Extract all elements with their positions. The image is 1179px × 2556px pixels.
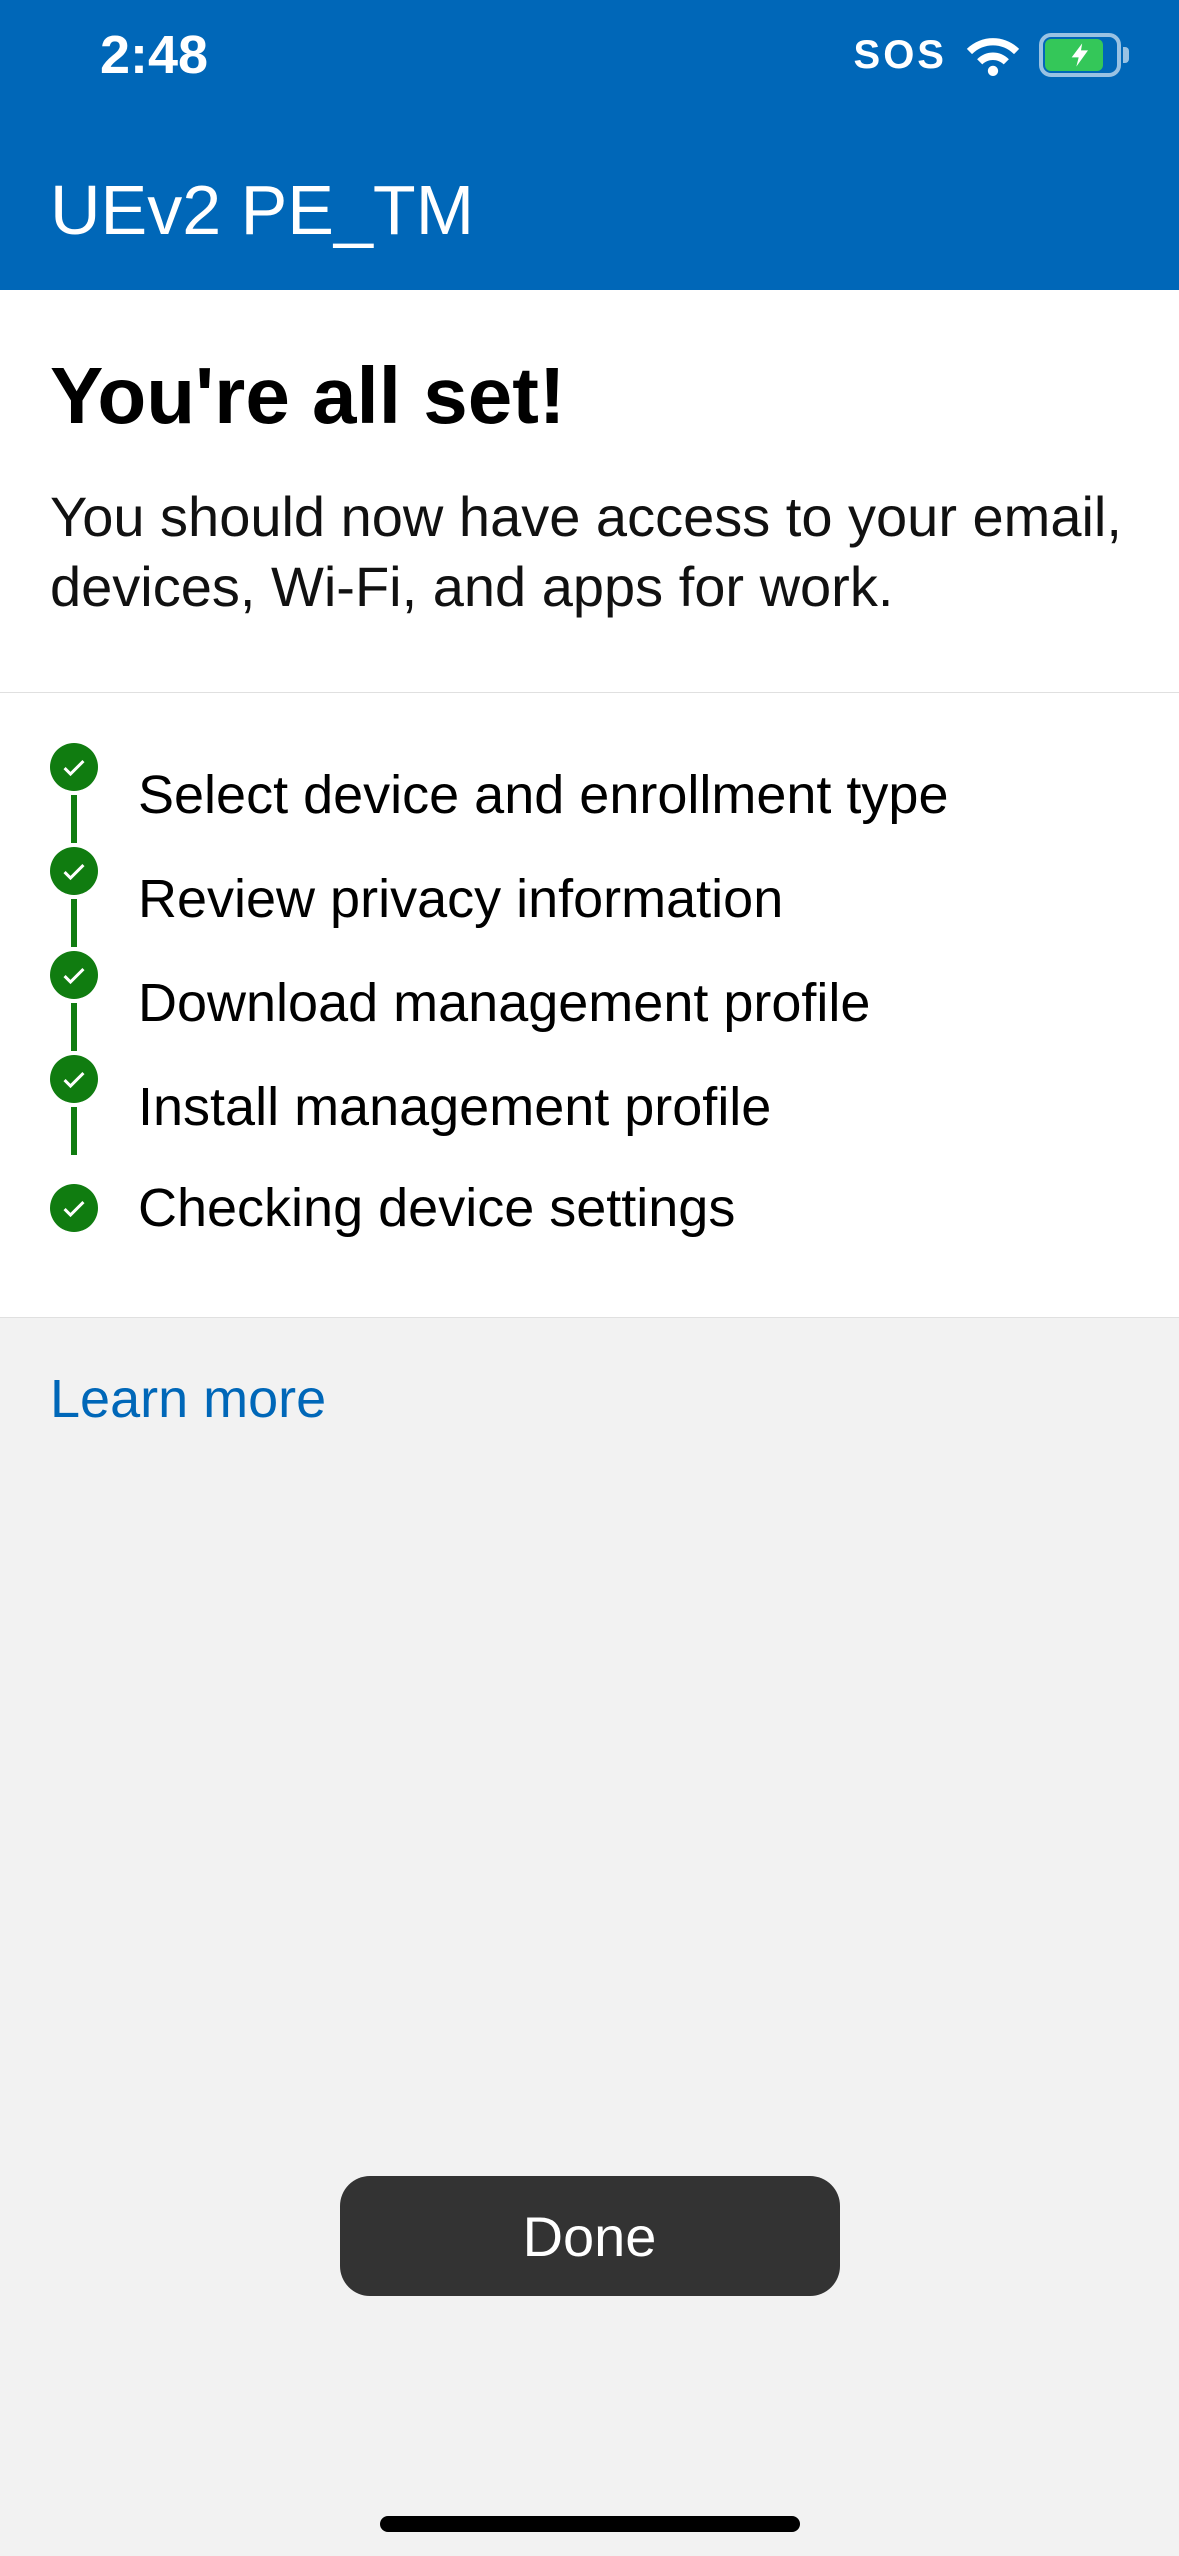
checkmark-icon — [50, 1055, 98, 1103]
checklist-item: Download management profile — [50, 951, 1129, 1055]
status-indicators: SOS — [854, 33, 1129, 78]
checkmark-icon — [50, 743, 98, 791]
footer: Done — [0, 2136, 1179, 2556]
step-connector — [71, 899, 77, 947]
checklist-item-label: Checking device settings — [98, 1159, 735, 1257]
done-button[interactable]: Done — [340, 2176, 840, 2296]
checklist-section: Select device and enrollment type Review… — [0, 693, 1179, 1318]
wifi-icon — [965, 34, 1021, 76]
page-title: UEv2 PE_TM — [50, 170, 1129, 250]
learn-more-section: Learn more — [0, 1318, 1179, 1430]
checklist-item-label: Install management profile — [98, 1058, 771, 1156]
checklist-item: Checking device settings — [50, 1159, 1129, 1257]
checklist-item: Install management profile — [50, 1055, 1129, 1159]
screen: 2:48 SOS UEv2 PE_TM You're all set! You … — [0, 0, 1179, 2556]
checklist-item: Review privacy information — [50, 847, 1129, 951]
checklist-item: Select device and enrollment type — [50, 743, 1129, 847]
step-connector — [71, 795, 77, 843]
intro-body: You should now have access to your email… — [50, 482, 1129, 622]
checkmark-icon — [50, 951, 98, 999]
step-connector — [71, 1107, 77, 1155]
checklist-item-label: Select device and enrollment type — [98, 746, 948, 844]
checkmark-icon — [50, 847, 98, 895]
step-connector — [71, 1003, 77, 1051]
learn-more-link[interactable]: Learn more — [50, 1368, 326, 1430]
checklist-item-label: Download management profile — [98, 954, 870, 1052]
page-header: UEv2 PE_TM — [0, 110, 1179, 290]
checkmark-icon — [50, 1184, 98, 1232]
status-bar: 2:48 SOS — [0, 0, 1179, 110]
intro-section: You're all set! You should now have acce… — [0, 290, 1179, 693]
status-time: 2:48 — [100, 24, 208, 86]
sos-indicator: SOS — [854, 33, 947, 78]
battery-charging-icon — [1039, 33, 1129, 77]
home-indicator[interactable] — [380, 2516, 800, 2532]
intro-heading: You're all set! — [50, 350, 1129, 442]
checklist-item-label: Review privacy information — [98, 850, 783, 948]
